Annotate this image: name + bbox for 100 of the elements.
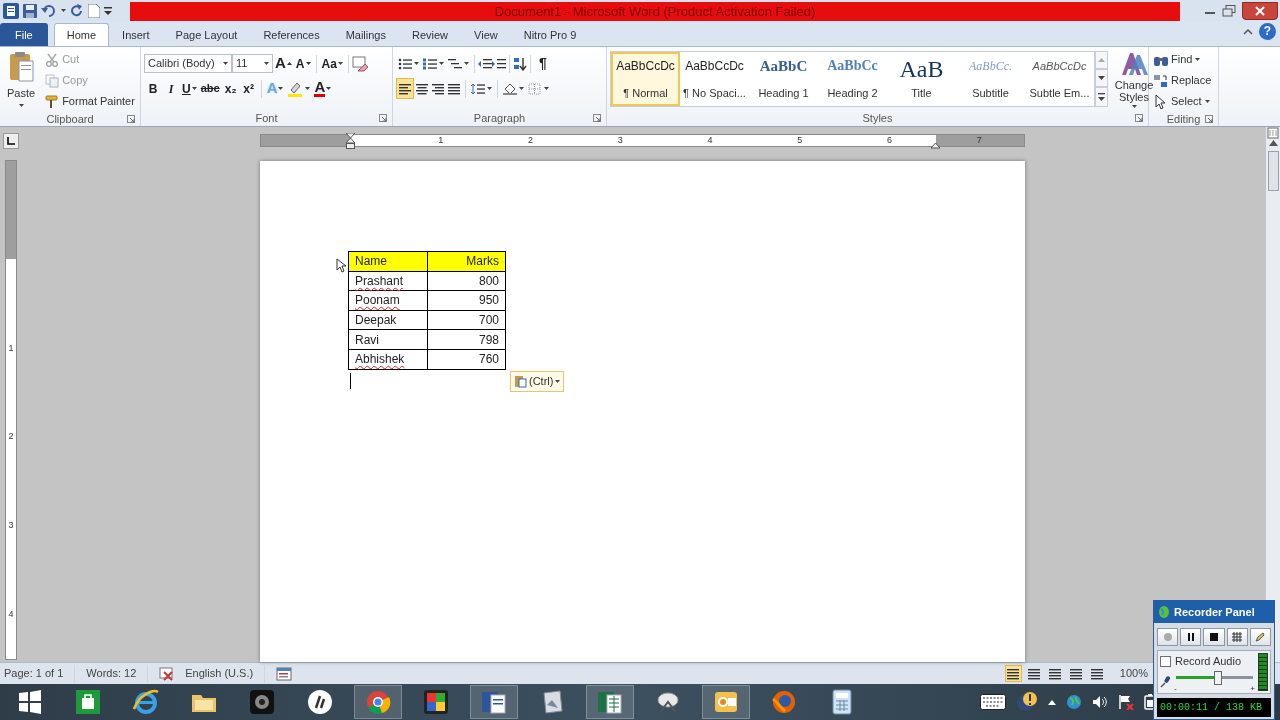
font-sub-button[interactable]: x₂	[221, 78, 240, 99]
vertical-ruler[interactable]: 1 2 3 4	[5, 160, 17, 660]
clipboard-painter-button[interactable]: Format Painter	[43, 91, 137, 112]
marker-button[interactable]	[1249, 628, 1271, 646]
word-count[interactable]: Words: 12	[86, 665, 137, 682]
flag-icon[interactable]	[1118, 694, 1134, 710]
macro-icon[interactable]	[276, 666, 293, 681]
caret-icon[interactable]	[519, 87, 524, 90]
style-option[interactable]: AaBbCcDc Subtle Em...	[1025, 52, 1094, 106]
ribbon-tab[interactable]: Insert	[109, 23, 163, 46]
speaker-icon[interactable]	[1092, 694, 1108, 710]
replace-button[interactable]: Replace	[1152, 70, 1215, 91]
view-button[interactable]	[1004, 665, 1022, 682]
style-option[interactable]: AaBbCcDc ¶ Normal	[611, 52, 680, 106]
pause-button[interactable]	[1180, 628, 1202, 646]
minimize-ribbon-icon[interactable]	[1243, 27, 1253, 36]
ribbon-tab[interactable]: Nitro Pro 9	[510, 23, 590, 46]
language-indicator[interactable]: English (U.S.)	[185, 665, 254, 682]
find-button[interactable]: Find	[1152, 49, 1215, 70]
horizontal-ruler[interactable]: 1 2 3 4 5 6 7	[260, 134, 1025, 147]
dialog-launcher-icon[interactable]	[593, 114, 601, 122]
paste-options-button[interactable]: (Ctrl)	[510, 371, 565, 392]
font-italic-button[interactable]: I	[162, 78, 180, 99]
keyboard-icon[interactable]	[980, 694, 1006, 710]
font-case-button[interactable]: Aa	[319, 53, 345, 74]
taskbar-button[interactable]	[470, 685, 518, 719]
caret-icon[interactable]	[18, 103, 24, 107]
caret-icon[interactable]	[414, 62, 419, 65]
paste-button[interactable]: Paste	[3, 49, 40, 112]
caret-icon[interactable]	[223, 62, 228, 65]
close-button[interactable]	[1242, 1, 1278, 20]
caret-icon[interactable]	[487, 87, 492, 90]
caret-icon[interactable]	[337, 62, 343, 65]
show-hidden-icons-icon[interactable]	[1048, 699, 1056, 705]
ribbon-tab[interactable]: Review	[399, 23, 462, 46]
scroll-up-icon[interactable]	[1268, 139, 1278, 147]
redo-icon[interactable]	[70, 3, 84, 18]
gallery-more-icon[interactable]	[1095, 87, 1108, 107]
ribbon-tab[interactable]: Home	[53, 23, 110, 46]
dialog-launcher-icon[interactable]	[127, 115, 135, 123]
save-icon[interactable]	[23, 3, 37, 18]
font-sup-button[interactable]: x²	[239, 78, 258, 99]
style-option[interactable]: AaBbCc. Subtitle	[956, 52, 1025, 106]
slider-thumb[interactable]	[1214, 671, 1223, 685]
ribbon-tab[interactable]: File	[0, 23, 48, 46]
gallery-down-icon[interactable]	[1095, 69, 1108, 87]
font-size-field[interactable]: 11	[232, 54, 273, 73]
alert-icon[interactable]	[1016, 691, 1038, 713]
caret-icon[interactable]	[1204, 100, 1210, 103]
grid-button[interactable]	[1226, 628, 1248, 646]
align-left-button[interactable]	[396, 78, 414, 99]
font-grow-button[interactable]: A	[273, 53, 294, 74]
style-option[interactable]: AaBbC Heading 1	[749, 52, 818, 106]
caret-icon[interactable]	[191, 87, 197, 90]
style-option[interactable]: AaBbCcDc ¶ No Spaci...	[680, 52, 749, 106]
tab-selector-button[interactable]	[3, 133, 19, 149]
select-button[interactable]: Select	[1152, 91, 1215, 112]
ribbon-tab[interactable]: Page Layout	[162, 23, 251, 46]
font-color-button[interactable]: A	[312, 78, 334, 99]
restore-icon[interactable]	[1222, 4, 1236, 17]
undo-icon[interactable]	[41, 3, 57, 18]
customize-toolbar-icon[interactable]	[104, 5, 112, 16]
show-formatting-button[interactable]: ¶	[534, 53, 552, 74]
caret-icon[interactable]	[278, 87, 284, 90]
increase-indent-icon[interactable]	[492, 57, 506, 70]
caret-icon[interactable]	[305, 87, 311, 90]
dialog-launcher-icon[interactable]	[379, 114, 387, 122]
caret-icon[interactable]	[1131, 105, 1137, 108]
checkbox[interactable]	[1160, 655, 1171, 667]
page-count[interactable]: Page: 1 of 1	[4, 665, 64, 682]
font-strike-button[interactable]: abc	[198, 78, 222, 99]
stop-button[interactable]	[1203, 628, 1225, 646]
ribbon-tab[interactable]: View	[461, 23, 511, 46]
sort-icon[interactable]	[513, 56, 527, 71]
taskbar-button[interactable]	[702, 685, 750, 719]
font-name-field[interactable]: Calibri (Body)	[144, 54, 232, 73]
dialog-launcher-icon[interactable]	[1205, 115, 1213, 123]
view-ruler-icon[interactable]	[1267, 127, 1279, 139]
right-indent-marker-icon[interactable]	[931, 141, 940, 149]
caret-icon[interactable]	[464, 62, 469, 65]
globe-icon[interactable]	[1066, 694, 1082, 710]
caret-icon[interactable]	[544, 87, 549, 90]
zoom-level[interactable]: 100%	[1119, 665, 1148, 682]
style-option[interactable]: AaB Title	[887, 52, 956, 106]
ribbon-tab[interactable]: References	[250, 23, 333, 46]
font-underline-button[interactable]: U	[180, 78, 199, 99]
caret-icon[interactable]	[61, 9, 66, 12]
scrollbar-thumb[interactable]	[1267, 151, 1279, 191]
taskbar-button[interactable]	[586, 685, 634, 719]
caret-icon[interactable]	[326, 87, 332, 90]
indent-marker-icon[interactable]	[346, 133, 355, 149]
clear-formatting-icon[interactable]	[351, 55, 368, 72]
caret-icon[interactable]	[264, 62, 269, 65]
help-button[interactable]: ?	[1259, 23, 1276, 40]
document-app-icon[interactable]	[3, 2, 19, 19]
caret-icon[interactable]	[439, 62, 444, 65]
font-shrink-button[interactable]: A	[293, 53, 313, 74]
font-bold-button[interactable]: B	[144, 78, 162, 99]
dialog-launcher-icon[interactable]	[1135, 114, 1143, 122]
ribbon-tab[interactable]: Mailings	[332, 23, 399, 46]
